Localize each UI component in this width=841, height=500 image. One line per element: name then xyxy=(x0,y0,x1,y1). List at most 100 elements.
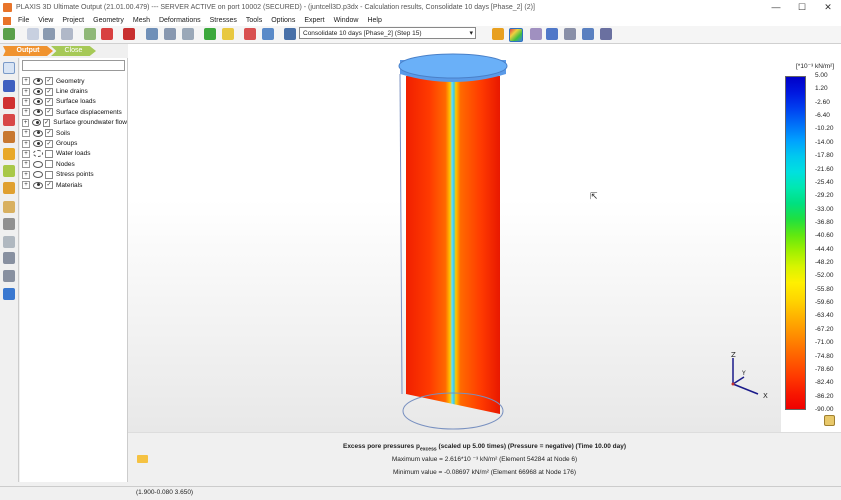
camera-icon[interactable] xyxy=(123,28,135,40)
eye-icon[interactable] xyxy=(33,88,43,96)
tree-item[interactable]: + Stress points xyxy=(22,170,127,180)
expand-icon[interactable]: + xyxy=(22,160,30,169)
zoom-out-icon[interactable] xyxy=(164,28,176,40)
rotate-icon[interactable] xyxy=(222,28,234,40)
shadings-icon[interactable] xyxy=(509,28,523,42)
eye-icon[interactable] xyxy=(33,181,43,189)
select-pointer-icon[interactable] xyxy=(3,62,15,74)
curves-manager-icon[interactable] xyxy=(3,252,15,264)
eye-icon[interactable] xyxy=(33,77,43,85)
hint-icon[interactable] xyxy=(3,148,15,160)
menu-mesh[interactable]: Mesh xyxy=(129,17,155,24)
curve-points-icon[interactable] xyxy=(3,131,15,143)
menu-help[interactable]: Help xyxy=(363,17,386,24)
maximize-button[interactable]: ☐ xyxy=(789,0,815,15)
eye-icon[interactable] xyxy=(32,119,42,127)
expand-icon[interactable]: + xyxy=(22,77,30,86)
expand-icon[interactable]: + xyxy=(22,129,30,138)
print-icon[interactable] xyxy=(43,28,55,40)
tree-checkbox[interactable]: ✓ xyxy=(45,97,53,106)
tree-checkbox[interactable]: ✓ xyxy=(45,181,53,190)
eye-icon[interactable] xyxy=(33,171,43,179)
move-icon[interactable] xyxy=(204,28,216,40)
step-select[interactable]: Consolidate 10 days [Phase_2] (Step 15) … xyxy=(299,27,476,39)
zoom-reset-icon[interactable] xyxy=(182,28,194,40)
tree-item[interactable]: + Water loads xyxy=(22,149,127,159)
model-canvas[interactable]: ⇱ Z Y X xyxy=(128,44,781,432)
menu-stresses[interactable]: Stresses xyxy=(206,17,242,24)
tree-item[interactable]: + ✓ Materials xyxy=(22,180,127,190)
menu-options[interactable]: Options xyxy=(267,17,300,24)
menu-expert[interactable]: Expert xyxy=(300,17,329,24)
tree-checkbox[interactable]: ✓ xyxy=(45,129,53,138)
expand-icon[interactable]: + xyxy=(22,108,30,117)
contours-icon[interactable] xyxy=(530,28,542,40)
tree-item[interactable]: + ✓ Soils xyxy=(22,128,127,138)
tree-checkbox[interactable] xyxy=(45,149,53,158)
eye-icon[interactable] xyxy=(33,108,43,116)
eye-icon[interactable] xyxy=(33,129,43,137)
copy-icon[interactable] xyxy=(27,28,39,40)
cross-arrows-icon[interactable] xyxy=(600,28,612,40)
table-icon[interactable] xyxy=(262,28,274,40)
menu-file[interactable]: File xyxy=(14,17,34,24)
pen-icon[interactable] xyxy=(101,28,113,40)
draw-cross-section-icon[interactable] xyxy=(244,28,256,40)
tree-checkbox[interactable] xyxy=(45,170,53,179)
image-icon[interactable] xyxy=(84,28,96,40)
tree-item[interactable]: + ✓ Surface loads xyxy=(22,97,127,107)
select-points-icon[interactable] xyxy=(3,97,15,109)
tree-checkbox[interactable]: ✓ xyxy=(45,87,53,96)
tree-checkbox[interactable]: ✓ xyxy=(45,139,53,148)
tree-checkbox[interactable]: ✓ xyxy=(45,108,53,117)
eye-icon[interactable] xyxy=(33,160,43,168)
menu-view[interactable]: View xyxy=(34,17,58,24)
minimize-button[interactable]: — xyxy=(763,0,789,15)
tree-checkbox[interactable] xyxy=(45,160,53,169)
distance-icon[interactable] xyxy=(3,218,15,230)
expand-icon[interactable]: + xyxy=(22,87,30,96)
rotate-view-icon[interactable] xyxy=(492,28,504,40)
tab-close[interactable]: Close xyxy=(51,46,96,56)
eye-icon[interactable] xyxy=(33,98,43,106)
tree-item[interactable]: + ✓ Geometry xyxy=(22,76,127,86)
explorer-search-input[interactable] xyxy=(22,60,125,71)
expand-icon[interactable]: + xyxy=(22,139,30,148)
tree-item[interactable]: + ✓ Surface groundwater flow xyxy=(22,118,127,128)
menu-deformations[interactable]: Deformations xyxy=(155,17,206,24)
principal-directions-icon[interactable] xyxy=(564,28,576,40)
open-project-icon[interactable] xyxy=(3,28,15,40)
close-window-button[interactable]: ✕ xyxy=(815,0,841,15)
expand-icon[interactable]: + xyxy=(22,118,30,127)
menu-geometry[interactable]: Geometry xyxy=(89,17,129,24)
axes-arrows-icon[interactable] xyxy=(582,28,594,40)
cross-section-icon[interactable] xyxy=(3,182,15,194)
measure-icon[interactable] xyxy=(3,236,15,248)
tree-checkbox[interactable]: ✓ xyxy=(43,118,51,127)
expand-icon[interactable]: + xyxy=(22,181,30,190)
eye-icon[interactable] xyxy=(33,150,43,158)
tree-item[interactable]: + ✓ Groups xyxy=(22,138,127,148)
info-icon[interactable] xyxy=(3,288,15,300)
3d-viewport[interactable]: ⇱ Z Y X xyxy=(128,44,781,432)
menu-tools[interactable]: Tools xyxy=(242,17,267,24)
expand-icon[interactable]: + xyxy=(22,170,30,179)
ruler-icon[interactable] xyxy=(3,270,15,282)
tree-item[interactable]: + Nodes xyxy=(22,159,127,169)
select-element-icon[interactable] xyxy=(3,114,15,126)
lock-icon[interactable] xyxy=(824,415,835,426)
expand-icon[interactable]: + xyxy=(22,97,30,106)
tree-checkbox[interactable]: ✓ xyxy=(45,77,53,86)
step-list-icon[interactable] xyxy=(284,28,296,40)
tree-item[interactable]: + ✓ Surface displacements xyxy=(22,107,127,117)
tab-output[interactable]: Output xyxy=(3,46,53,56)
menu-project[interactable]: Project xyxy=(58,17,89,24)
tree-item[interactable]: + ✓ Line drains xyxy=(22,86,127,96)
export-icon[interactable] xyxy=(61,28,73,40)
menu-window[interactable]: Window xyxy=(330,17,364,24)
expand-icon[interactable]: + xyxy=(22,149,30,158)
drag-icon[interactable] xyxy=(3,80,15,92)
arrows-icon[interactable] xyxy=(546,28,558,40)
zoom-in-icon[interactable] xyxy=(146,28,158,40)
eye-icon[interactable] xyxy=(33,140,43,148)
